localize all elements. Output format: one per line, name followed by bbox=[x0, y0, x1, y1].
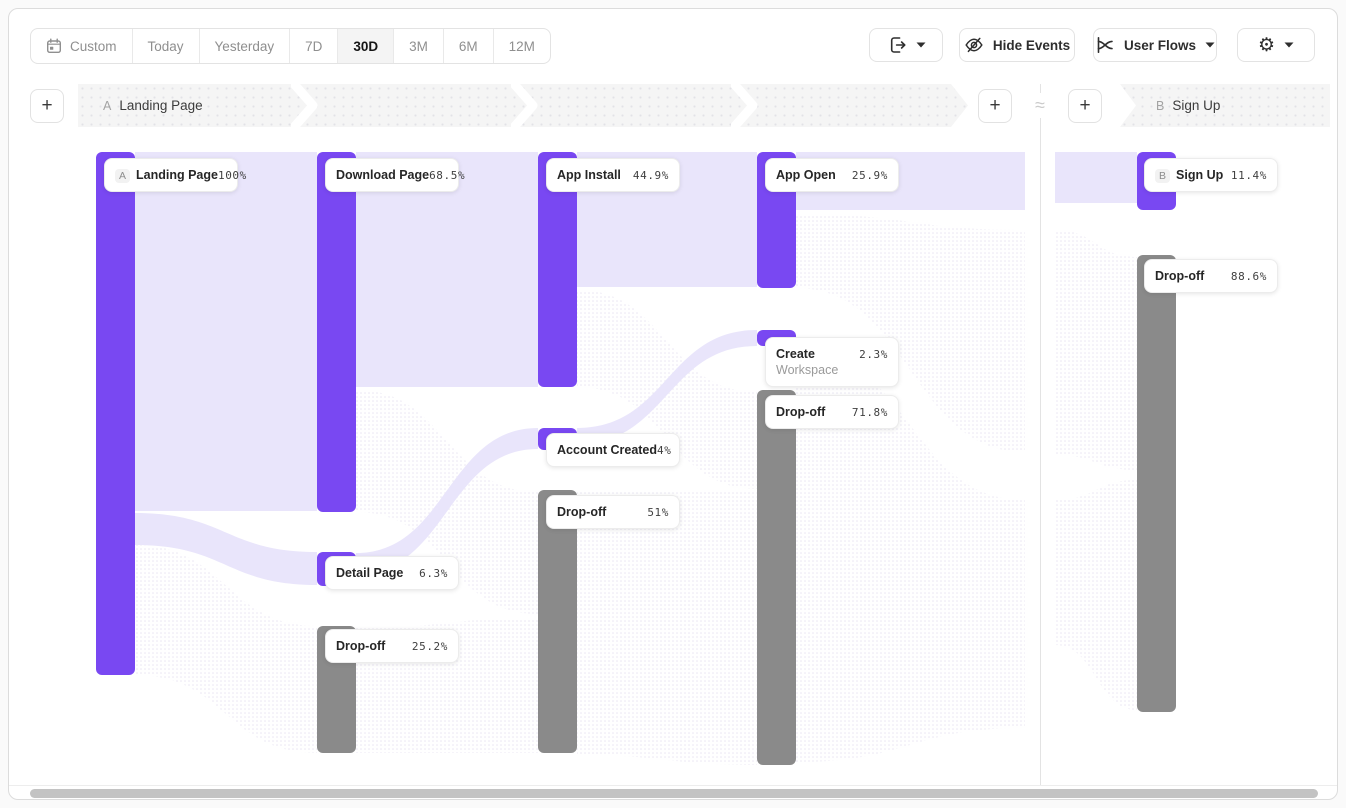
export-icon bbox=[887, 35, 907, 55]
bar-dropoff-signup[interactable] bbox=[1137, 255, 1176, 712]
date-range-selector: Custom Today Yesterday 7D 30D 3M 6M 12M bbox=[30, 28, 551, 64]
flow-step-a-label: A Landing Page bbox=[103, 98, 203, 113]
node-card-dropoff-col4[interactable]: Drop-off 71.8% bbox=[765, 395, 899, 429]
node-pct: 25.9% bbox=[852, 169, 888, 182]
eye-off-icon bbox=[964, 35, 984, 55]
approx-symbol: ≈ bbox=[1028, 93, 1052, 118]
horizontal-scrollbar[interactable] bbox=[30, 789, 1318, 798]
node-card-app-open[interactable]: App Open 25.9% bbox=[765, 158, 899, 192]
node-card-dropoff-col3[interactable]: Drop-off 51% bbox=[546, 495, 680, 529]
add-step-end-button[interactable]: + bbox=[978, 89, 1012, 123]
node-pct: 71.8% bbox=[852, 406, 888, 419]
node-pct: 6.3% bbox=[419, 567, 448, 580]
hide-events-button[interactable]: Hide Events bbox=[959, 28, 1075, 62]
flow-edge-to-signup[interactable] bbox=[1055, 152, 1137, 203]
node-pct: 4% bbox=[657, 444, 671, 457]
flows-chart-icon bbox=[1095, 35, 1115, 55]
date-range-yesterday[interactable]: Yesterday bbox=[200, 29, 291, 63]
canvas-bottom-divider bbox=[9, 785, 1337, 786]
date-range-3m[interactable]: 3M bbox=[394, 29, 444, 63]
flow-step-b-band[interactable]: B Sign Up bbox=[1120, 84, 1330, 127]
dropoff-flow-into-signup-dropoff-lower[interactable] bbox=[1055, 480, 1137, 710]
date-range-12m[interactable]: 12M bbox=[494, 29, 550, 63]
bar-landing-page[interactable] bbox=[96, 152, 135, 675]
date-range-today[interactable]: Today bbox=[133, 29, 200, 63]
chevron-separator-icon bbox=[291, 84, 319, 127]
node-card-dropoff-signup[interactable]: Drop-off 88.6% bbox=[1144, 259, 1278, 293]
date-range-30d[interactable]: 30D bbox=[338, 29, 394, 63]
settings-button[interactable]: ⚙ bbox=[1237, 28, 1315, 62]
export-button[interactable] bbox=[869, 28, 943, 62]
node-card-sign-up[interactable]: BSign Up 11.4% bbox=[1144, 158, 1278, 192]
flow-landing-to-download[interactable] bbox=[135, 152, 317, 511]
bar-dropoff-col3[interactable] bbox=[538, 490, 577, 753]
caret-down-icon bbox=[1205, 42, 1215, 48]
step-a-badge: A bbox=[103, 99, 111, 113]
node-badge: A bbox=[115, 169, 130, 183]
node-card-create-workspace[interactable]: Create 2.3% Workspace bbox=[765, 337, 899, 387]
bar-download-page[interactable] bbox=[317, 152, 356, 512]
node-pct: 100% bbox=[218, 169, 247, 182]
calendar-icon bbox=[46, 38, 62, 54]
view-selector-label: User Flows bbox=[1124, 38, 1196, 53]
node-pct: 51% bbox=[647, 506, 669, 519]
chevron-separator-icon bbox=[731, 84, 759, 127]
date-range-label: Custom bbox=[70, 39, 117, 54]
flow-step-b-label: B Sign Up bbox=[1156, 98, 1220, 113]
node-badge: B bbox=[1155, 169, 1170, 183]
add-step-start-button[interactable]: + bbox=[30, 89, 64, 123]
dropoff-flow-into-signup-dropoff-upper[interactable] bbox=[1055, 230, 1137, 470]
caret-down-icon bbox=[916, 42, 926, 48]
step-b-badge: B bbox=[1156, 99, 1164, 113]
node-pct: 44.9% bbox=[633, 169, 669, 182]
node-pct: 25.2% bbox=[412, 640, 448, 653]
node-pct: 88.6% bbox=[1231, 270, 1267, 283]
dropoff-flow-col3-to-col4[interactable] bbox=[577, 491, 757, 765]
node-pct: 68.5% bbox=[429, 169, 465, 182]
node-card-download-page[interactable]: Download Page 68.5% bbox=[325, 158, 459, 192]
node-card-dropoff-col2[interactable]: Drop-off 25.2% bbox=[325, 629, 459, 663]
node-card-detail-page[interactable]: Detail Page 6.3% bbox=[325, 556, 459, 590]
gear-icon: ⚙ bbox=[1258, 36, 1275, 55]
caret-down-icon bbox=[1284, 42, 1294, 48]
flow-step-a-band[interactable]: A Landing Page bbox=[78, 84, 968, 127]
bar-dropoff-col4[interactable] bbox=[757, 390, 796, 765]
node-card-account-created[interactable]: Account Created 4% bbox=[546, 433, 680, 467]
node-card-landing-page[interactable]: ALanding Page 100% bbox=[104, 158, 238, 192]
node-card-app-install[interactable]: App Install 44.9% bbox=[546, 158, 680, 192]
node-pct: 2.3% bbox=[859, 348, 888, 361]
chevron-separator-icon bbox=[511, 84, 539, 127]
date-range-6m[interactable]: 6M bbox=[444, 29, 494, 63]
view-selector-button[interactable]: User Flows bbox=[1093, 28, 1217, 62]
date-range-custom[interactable]: Custom bbox=[31, 29, 133, 63]
hide-events-label: Hide Events bbox=[993, 38, 1070, 53]
node-pct: 11.4% bbox=[1231, 169, 1267, 182]
date-range-7d[interactable]: 7D bbox=[290, 29, 338, 63]
add-step-b-button[interactable]: + bbox=[1068, 89, 1102, 123]
